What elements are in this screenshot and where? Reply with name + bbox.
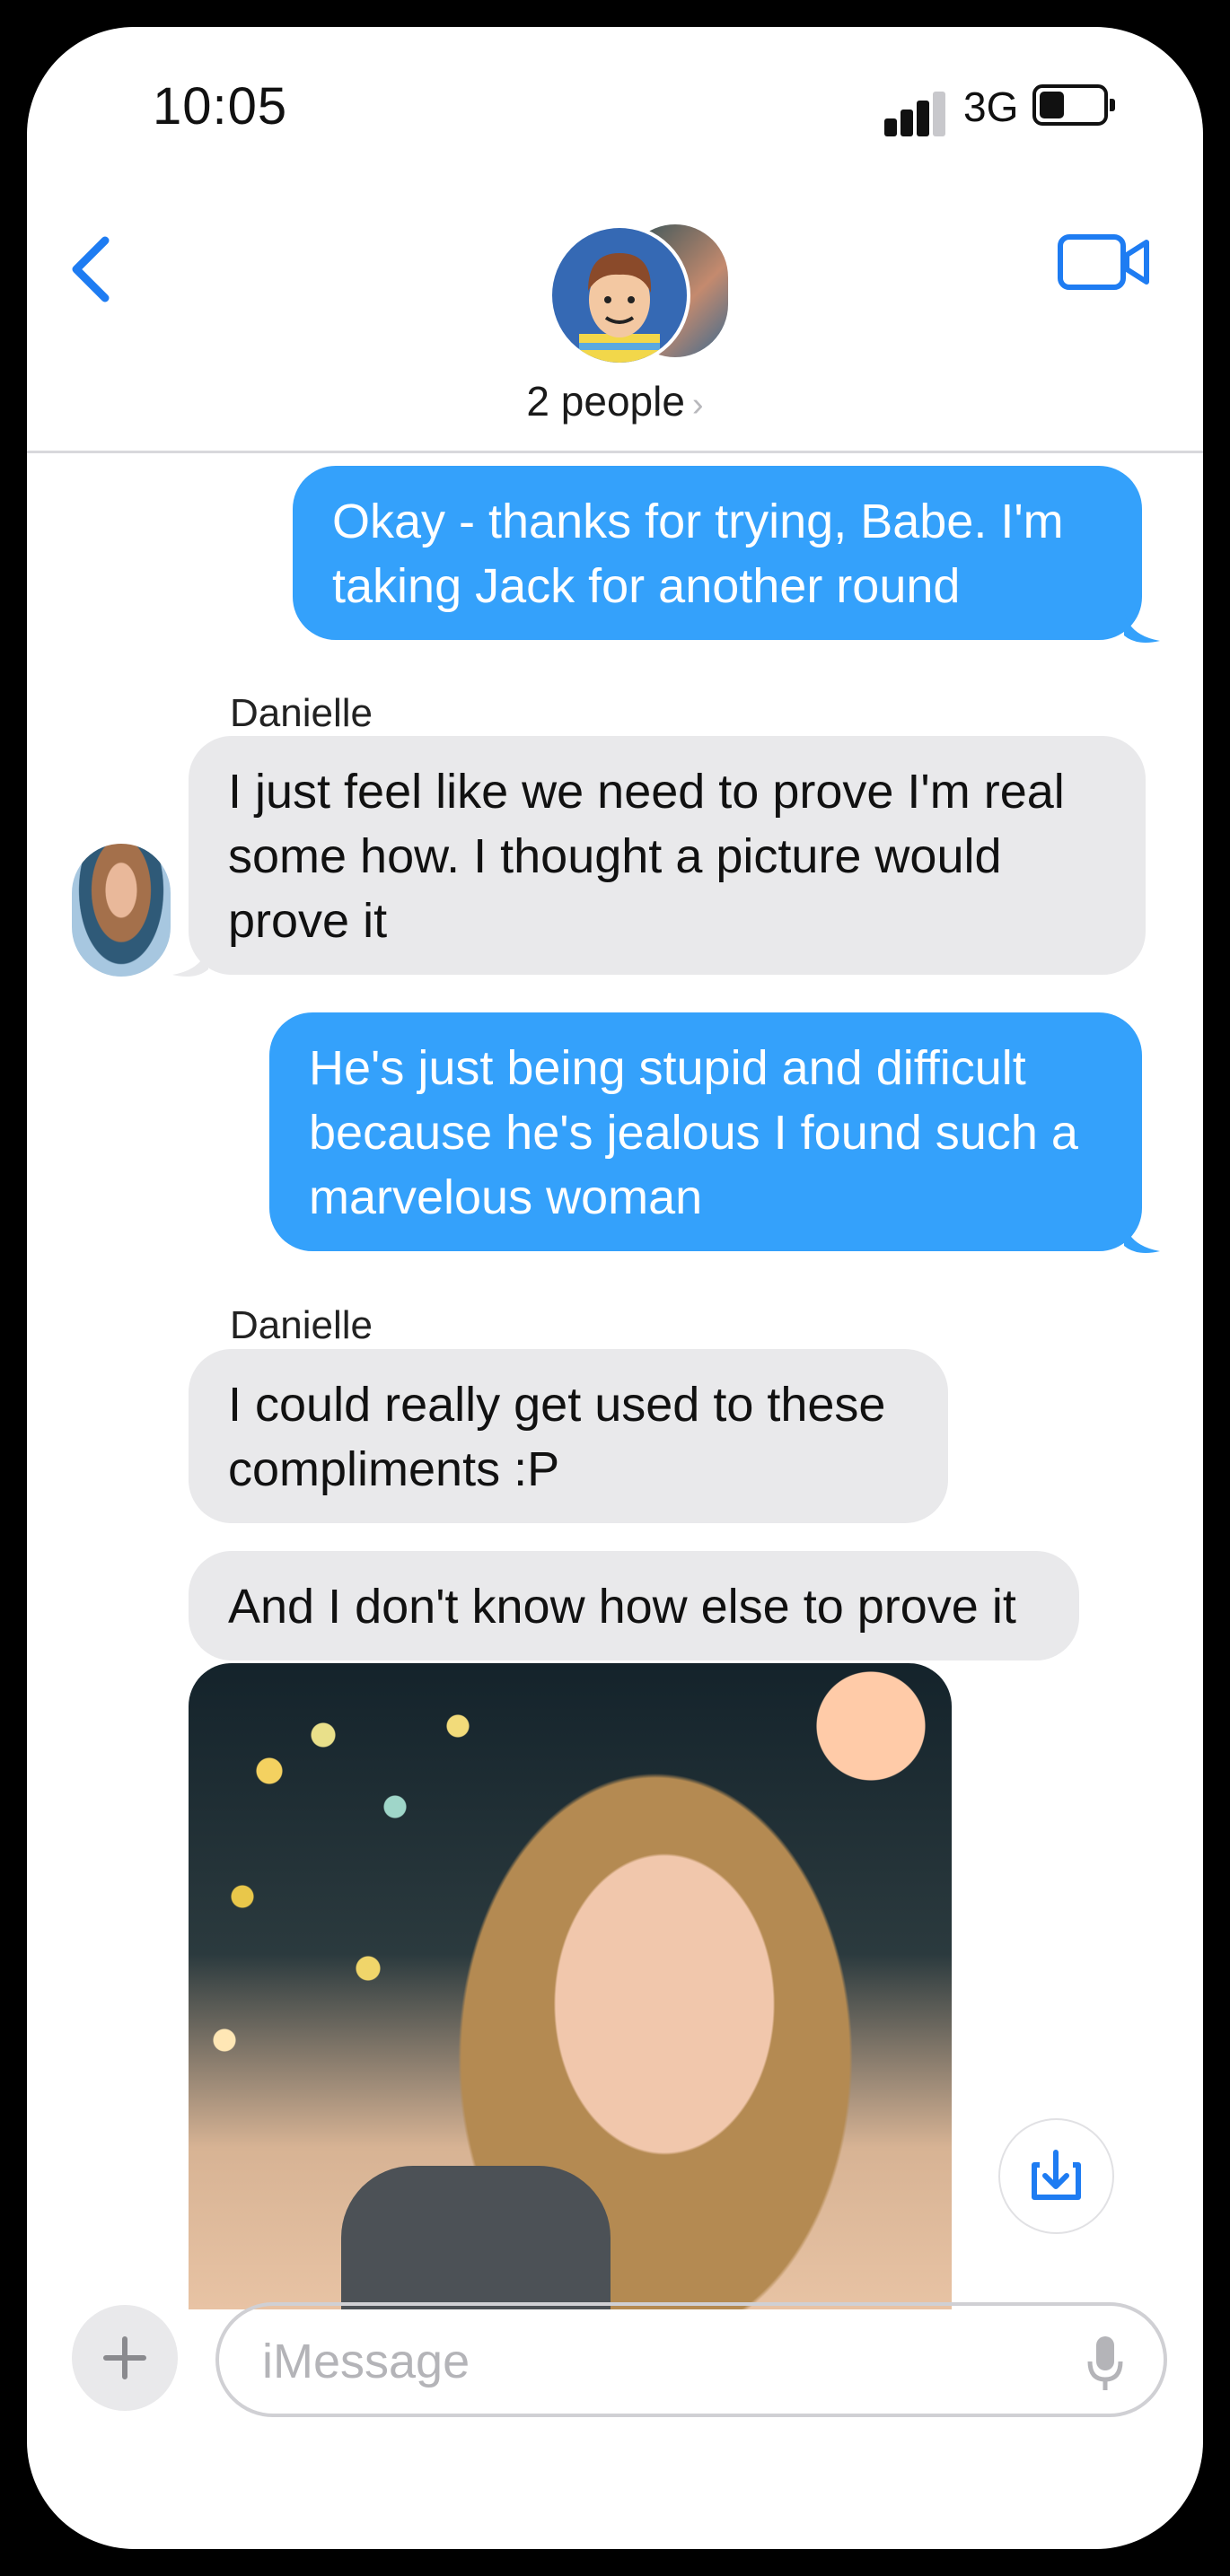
message-bubble-outgoing[interactable]: Okay - thanks for trying, Babe. I'm taki… <box>293 466 1142 640</box>
photo-shirt <box>341 2166 611 2309</box>
message-input-container <box>215 2302 1167 2417</box>
chevron-left-icon <box>72 236 110 302</box>
signal-icon <box>884 83 952 136</box>
sender-name: Danielle <box>230 691 373 735</box>
header-divider <box>27 451 1203 453</box>
message-bubble-outgoing[interactable]: He's just being stupid and difficult bec… <box>269 1012 1142 1251</box>
title-label: 2 people <box>526 378 685 425</box>
save-photo-button[interactable] <box>998 2118 1114 2234</box>
group-avatar[interactable] <box>516 197 728 368</box>
sender-avatar[interactable] <box>72 844 171 977</box>
cartoon-man-icon <box>579 253 660 363</box>
avatar-user <box>549 224 690 366</box>
message-bubble-incoming[interactable]: I just feel like we need to prove I'm re… <box>189 736 1146 975</box>
video-camera-icon <box>1058 234 1149 290</box>
chevron-right-icon: › <box>691 386 704 424</box>
message-line: because he's jealous I found such a <box>309 1106 1078 1160</box>
video-call-button[interactable] <box>1055 226 1154 298</box>
plus-icon <box>103 2336 146 2379</box>
bubble-tail <box>1124 610 1160 643</box>
back-button[interactable] <box>58 224 121 314</box>
message-line: compliments :P <box>228 1442 560 1496</box>
message-line: prove it <box>228 894 388 948</box>
photo-message[interactable] <box>189 1663 952 2309</box>
download-icon <box>1032 2150 1081 2200</box>
phone-frame: 10:05 3G 2 people › Okay - thanks for tr… <box>0 0 1230 2576</box>
microphone-icon[interactable] <box>1083 2333 1128 2396</box>
message-line: taking Jack for another round <box>332 559 961 613</box>
message-line: marvelous woman <box>309 1170 703 1224</box>
message-input[interactable] <box>260 2329 1036 2394</box>
conversation-title[interactable]: 2 people › <box>27 377 1203 425</box>
bubble-tail <box>172 944 208 977</box>
message-line: And I don't know how else to prove it <box>228 1580 1016 1634</box>
battery-icon <box>1032 84 1115 126</box>
messages-screen: 10:05 3G 2 people › Okay - thanks for tr… <box>27 27 1203 2549</box>
message-line: I could really get used to these <box>228 1378 886 1432</box>
sender-name: Danielle <box>230 1303 373 1347</box>
message-bubble-incoming[interactable]: And I don't know how else to prove it <box>189 1551 1079 1660</box>
message-line: He's just being stupid and difficult <box>309 1041 1026 1095</box>
status-bar: 10:05 3G <box>27 27 1203 184</box>
message-line: some how. I thought a picture would <box>228 829 1002 883</box>
bubble-tail <box>1124 1221 1160 1253</box>
status-time: 10:05 <box>153 77 288 136</box>
message-line: I just feel like we need to prove I'm re… <box>228 765 1065 819</box>
network-type: 3G <box>963 83 1019 130</box>
message-bubble-incoming[interactable]: I could really get used to these complim… <box>189 1349 948 1523</box>
apps-plus-button[interactable] <box>72 2305 178 2411</box>
message-line: Okay - thanks for trying, Babe. I'm <box>332 495 1064 548</box>
